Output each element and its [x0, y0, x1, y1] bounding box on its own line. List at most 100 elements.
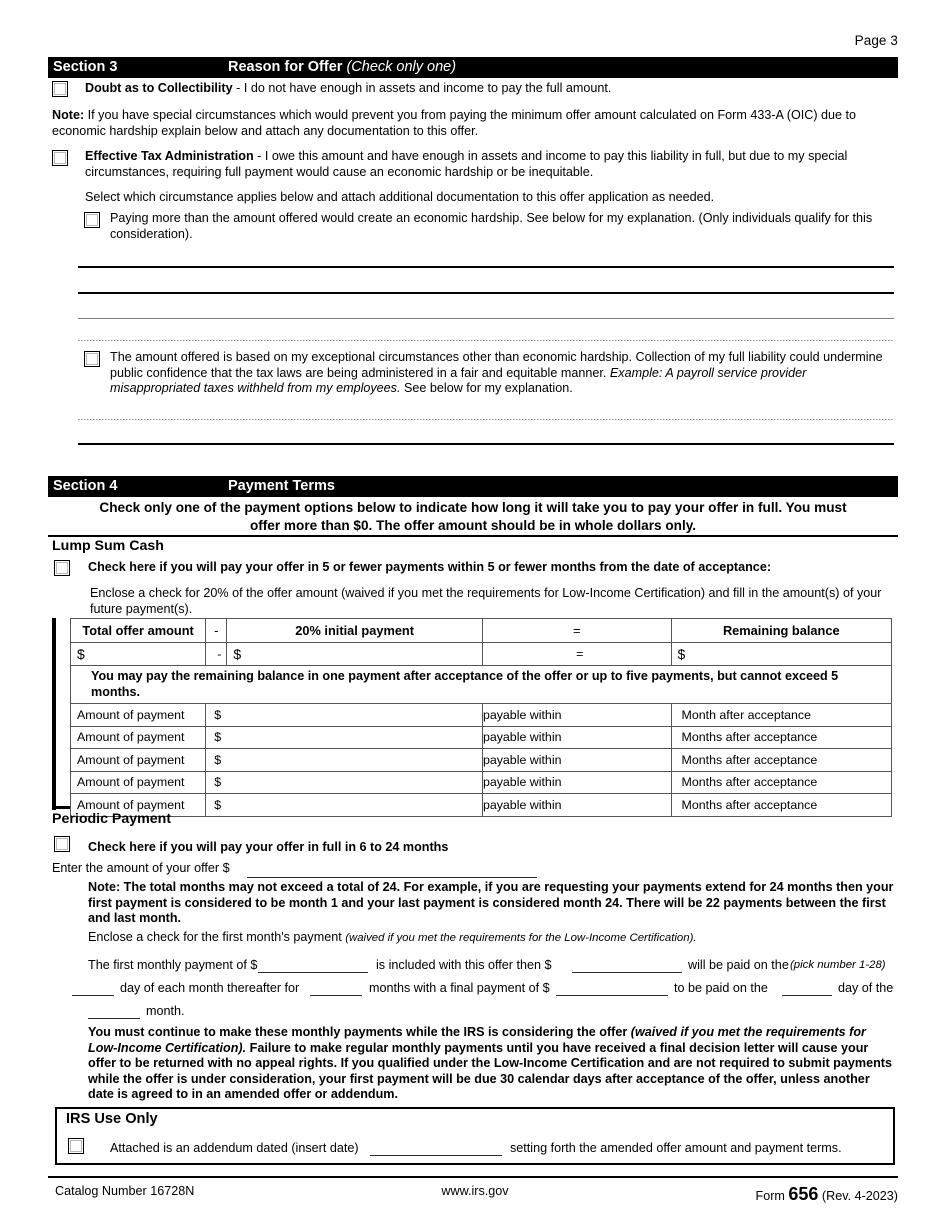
schedule-part-3: will be paid on the: [688, 958, 789, 972]
payment-amount-input[interactable]: $: [205, 725, 483, 749]
payment-amount-input[interactable]: $: [205, 703, 483, 727]
section-4-intro-line-1: Check only one of the payment options be…: [99, 500, 847, 515]
explanation-line-3[interactable]: [78, 318, 894, 319]
periodic-enclose-text: Enclose a check for the first month's pa…: [88, 930, 895, 947]
explanation-line-2[interactable]: [78, 292, 894, 294]
payment-payable-within: payable within: [481, 793, 672, 817]
schedule-input-first-payment[interactable]: [258, 972, 368, 974]
payment-label: Amount of payment: [69, 725, 207, 749]
explanation-line-4[interactable]: [78, 340, 894, 341]
schedule-input-months[interactable]: [310, 995, 362, 997]
eta-label: Effective Tax Administration: [85, 149, 254, 163]
form-page: Page 3 Section 3 Reason for Offer (Check…: [0, 0, 950, 1230]
payment-month-note: Months after acceptance: [670, 748, 893, 772]
section-3-header-bar: Section 3 Reason for Offer (Check only o…: [48, 57, 898, 78]
payment-label: Amount of payment: [69, 770, 207, 794]
enter-offer-amount-label: Enter the amount of your offer $: [52, 861, 230, 875]
schedule-part-8: month.: [146, 1004, 185, 1018]
payment-month-note: Months after acceptance: [670, 770, 893, 794]
section-3-title: Reason for Offer (Check only one): [228, 59, 457, 75]
schedule-input-month-name[interactable]: [88, 1018, 140, 1020]
section-4-divider: [48, 535, 898, 537]
doubt-label: Doubt as to Collectibility: [85, 81, 233, 95]
addendum-suffix-text: setting forth the amended offer amount a…: [510, 1141, 842, 1155]
checkbox-effective-tax-administration[interactable]: [52, 150, 68, 166]
section-4-number: Section 4: [53, 478, 118, 494]
input-remaining-balance[interactable]: $: [670, 642, 893, 666]
schedule-part-2: is included with this offer then $: [376, 958, 552, 972]
input-total-offer-amount[interactable]: $: [69, 642, 207, 666]
lump-sum-heading: Lump Sum Cash: [52, 538, 164, 554]
payment-amount-input[interactable]: $: [205, 793, 483, 817]
section-3-note: Note: If you have special circumstances …: [52, 108, 895, 139]
payment-payable-within: payable within: [481, 770, 672, 794]
addendum-prefix-text: Attached is an addendum dated (insert da…: [110, 1141, 359, 1155]
form-identifier: Form 656 (Rev. 4-2023): [756, 1184, 899, 1205]
checkbox-periodic-payment[interactable]: [54, 836, 70, 852]
cell-minus: -: [205, 642, 228, 666]
table-balance-note: You may pay the remaining balance in one…: [70, 665, 892, 704]
schedule-input-then-amount[interactable]: [572, 972, 682, 974]
payment-amount-input[interactable]: $: [205, 770, 483, 794]
explanation-line-1[interactable]: [78, 266, 894, 268]
periodic-payment-heading: Periodic Payment: [52, 811, 172, 827]
lump-sum-check-text: Check here if you will pay your offer in…: [88, 560, 772, 574]
payment-row: Amount of payment $ payable within Month…: [69, 770, 893, 794]
schedule-input-day-of-month[interactable]: [72, 995, 114, 997]
periodic-note: Note: The total months may not exceed a …: [88, 880, 894, 925]
table-left-rail: [52, 618, 56, 810]
exceptional-explanation-line-2[interactable]: [78, 443, 894, 445]
section-4-title: Payment Terms: [228, 478, 335, 494]
table-header-row: Total offer amount - 20% initial payment…: [69, 618, 893, 643]
payment-payable-within: payable within: [481, 748, 672, 772]
footer-divider: [48, 1176, 898, 1179]
section-4-header-bar: Section 4 Payment Terms: [48, 476, 898, 497]
enter-offer-amount-input[interactable]: [247, 877, 537, 879]
note-body: If you have special circumstances which …: [52, 108, 857, 138]
section-4-intro: Check only one of the payment options be…: [48, 499, 898, 535]
payment-payable-within: payable within: [481, 703, 672, 727]
periodic-warning: You must continue to make these monthly …: [88, 1025, 895, 1103]
payment-row: Amount of payment $ payable within Month…: [69, 748, 893, 772]
payment-month-note: Month after acceptance: [670, 703, 893, 727]
schedule-input-final-payment[interactable]: [556, 995, 668, 997]
economic-hardship-text: Paying more than the amount offered woul…: [110, 211, 873, 241]
section-4-intro-line-2: offer more than $0. The offer amount sho…: [249, 518, 697, 533]
effective-tax-administration-text: Effective Tax Administration - I owe thi…: [85, 149, 895, 180]
th-remaining-balance: Remaining balance: [670, 618, 893, 643]
warning-part-a: You must continue to make these monthly …: [88, 1025, 631, 1039]
section-3-hint: (Check only one): [346, 59, 457, 75]
payment-label: Amount of payment: [69, 748, 207, 772]
cell-equals: =: [481, 642, 672, 666]
schedule-part-6: to be paid on the: [674, 981, 768, 995]
select-circumstance-text: Select which circumstance applies below …: [85, 190, 715, 204]
lump-sum-enclose-text: Enclose a check for 20% of the offer amo…: [90, 586, 882, 616]
payment-label: Amount of payment: [69, 703, 207, 727]
checkbox-economic-hardship[interactable]: [84, 212, 100, 228]
periodic-check-text: Check here if you will pay your offer in…: [88, 840, 449, 854]
exceptional-explanation-line-1[interactable]: [78, 419, 894, 420]
schedule-pick-number-hint: (pick number 1-28): [790, 959, 886, 971]
payment-row: Amount of payment $ payable within Month…: [69, 703, 893, 727]
table-value-row: $ - $ = $: [69, 642, 893, 666]
doubt-as-to-collectibility-text: Doubt as to Collectibility - I do not ha…: [85, 81, 895, 97]
checkbox-lump-sum-cash[interactable]: [54, 560, 70, 576]
payment-row: Amount of payment $ payable within Month…: [69, 725, 893, 749]
page-number: Page 3: [854, 33, 898, 48]
schedule-input-final-day[interactable]: [782, 995, 832, 997]
th-total-offer-amount: Total offer amount: [69, 618, 207, 643]
lump-sum-payment-table: Total offer amount - 20% initial payment…: [69, 618, 893, 817]
addendum-date-input[interactable]: [370, 1155, 502, 1157]
checkbox-doubt-as-to-collectibility[interactable]: [52, 81, 68, 97]
schedule-part-5: months with a final payment of $: [369, 981, 550, 995]
periodic-enclose-italic: (waived if you met the requirements for …: [345, 932, 697, 944]
table-note-row: You may pay the remaining balance in one…: [70, 665, 892, 704]
input-twenty-percent-initial-payment[interactable]: $: [226, 642, 483, 666]
form-revision: (Rev. 4-2023): [818, 1189, 898, 1203]
payment-amount-input[interactable]: $: [205, 748, 483, 772]
section-3-number: Section 3: [53, 59, 118, 75]
schedule-part-1: The first monthly payment of $: [88, 958, 258, 972]
note-label: Note:: [52, 108, 85, 122]
checkbox-exceptional-circumstances[interactable]: [84, 351, 100, 367]
checkbox-addendum-attached[interactable]: [68, 1138, 84, 1154]
